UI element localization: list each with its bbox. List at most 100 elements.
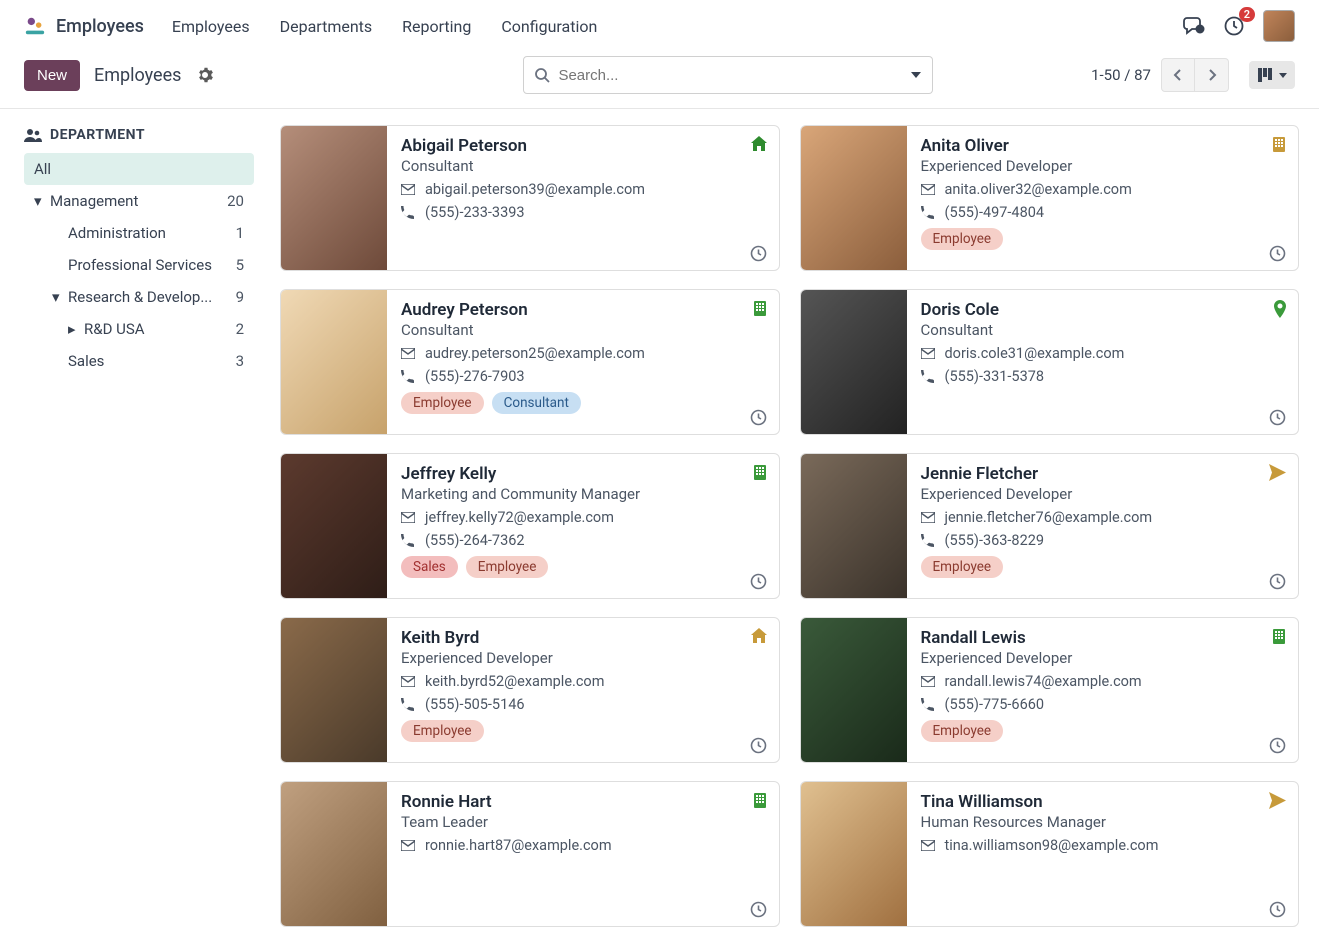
employee-photo bbox=[801, 126, 907, 270]
employee-tags: Employee bbox=[921, 720, 1285, 742]
employee-photo bbox=[801, 454, 907, 598]
employee-card[interactable]: Ronnie HartTeam Leaderronnie.hart87@exam… bbox=[280, 781, 780, 927]
employee-card[interactable]: Abigail PetersonConsultantabigail.peters… bbox=[280, 125, 780, 271]
phone-icon bbox=[921, 206, 935, 219]
clock-icon[interactable] bbox=[750, 409, 767, 426]
employee-card[interactable]: Tina WilliamsonHuman Resources Managerti… bbox=[800, 781, 1300, 927]
nav-link-reporting[interactable]: Reporting bbox=[402, 17, 471, 36]
sidebar-item-label: Sales bbox=[68, 352, 104, 370]
searchbox[interactable] bbox=[523, 56, 903, 94]
employee-name: Jennie Fletcher bbox=[921, 464, 1285, 484]
status-icon bbox=[753, 464, 767, 480]
employee-title: Experienced Developer bbox=[921, 157, 1285, 175]
employee-tag: Employee bbox=[921, 228, 1004, 250]
status-icon bbox=[753, 792, 767, 808]
clock-icon[interactable] bbox=[1269, 409, 1286, 426]
brand[interactable]: Employees bbox=[24, 15, 144, 37]
sidebar-item[interactable]: Sales3 bbox=[24, 345, 254, 377]
caret-down-icon: ▾ bbox=[34, 192, 46, 210]
search-input[interactable] bbox=[558, 67, 892, 84]
employee-email: anita.oliver32@example.com bbox=[945, 181, 1132, 198]
caret-right-icon: ▸ bbox=[68, 320, 80, 338]
employee-photo bbox=[281, 454, 387, 598]
sidebar-header: DEPARTMENT bbox=[24, 127, 254, 143]
clock-icon[interactable] bbox=[1269, 901, 1286, 918]
employee-email: audrey.peterson25@example.com bbox=[425, 345, 645, 362]
activities-icon[interactable]: 2 bbox=[1223, 15, 1245, 37]
status-icon bbox=[751, 628, 767, 643]
employee-tags: Employee bbox=[401, 720, 765, 742]
pager-next[interactable] bbox=[1195, 58, 1229, 92]
employee-phone: (555)-497-4804 bbox=[945, 204, 1045, 221]
employee-tags: SalesEmployee bbox=[401, 556, 765, 578]
employee-photo bbox=[801, 290, 907, 434]
phone-icon bbox=[401, 370, 415, 383]
mail-icon bbox=[921, 840, 935, 851]
employee-email: randall.lewis74@example.com bbox=[945, 673, 1142, 690]
user-avatar[interactable] bbox=[1263, 10, 1295, 42]
pager-prev[interactable] bbox=[1161, 58, 1195, 92]
status-icon bbox=[1274, 300, 1286, 318]
employee-card[interactable]: Anita OliverExperienced Developer anita.o… bbox=[800, 125, 1300, 271]
employee-name: Abigail Peterson bbox=[401, 136, 765, 156]
employee-title: Experienced Developer bbox=[921, 485, 1285, 503]
clock-icon[interactable] bbox=[750, 245, 767, 262]
employee-card[interactable]: Keith ByrdExperienced Developerkeith.byr… bbox=[280, 617, 780, 763]
employee-card[interactable]: Randall LewisExperienced Developerrandal… bbox=[800, 617, 1300, 763]
sidebar-item[interactable]: All bbox=[24, 153, 254, 185]
sidebar-item-count: 20 bbox=[227, 192, 244, 210]
nav-link-configuration[interactable]: Configuration bbox=[501, 17, 597, 36]
clock-icon[interactable] bbox=[750, 573, 767, 590]
mail-icon bbox=[921, 512, 935, 523]
employee-phone: (555)-505-5146 bbox=[425, 696, 525, 713]
sidebar-item-label: Research & Develop... bbox=[68, 288, 212, 306]
sidebar-item[interactable]: Professional Services 5 bbox=[24, 249, 254, 281]
sidebar-item-label: Professional Services bbox=[68, 256, 212, 274]
kanban-icon bbox=[1257, 67, 1273, 83]
view-switcher[interactable] bbox=[1249, 61, 1295, 89]
mail-icon bbox=[921, 348, 935, 359]
sidebar-item[interactable]: Administration1 bbox=[24, 217, 254, 249]
brand-icon bbox=[24, 15, 46, 37]
mail-icon bbox=[921, 184, 935, 195]
employee-tag: Employee bbox=[921, 556, 1004, 578]
employee-phone: (555)-363-8229 bbox=[945, 532, 1045, 549]
mail-icon bbox=[401, 348, 415, 359]
sidebar-item-count: 5 bbox=[236, 256, 244, 274]
employee-email: abigail.peterson39@example.com bbox=[425, 181, 645, 198]
clock-icon[interactable] bbox=[750, 737, 767, 754]
nav-link-departments[interactable]: Departments bbox=[280, 17, 373, 36]
clock-icon[interactable] bbox=[750, 901, 767, 918]
top-nav: Employees Employees Departments Reportin… bbox=[0, 0, 1319, 50]
gear-icon[interactable] bbox=[197, 67, 213, 83]
clock-icon[interactable] bbox=[1269, 245, 1286, 262]
clock-icon[interactable] bbox=[1269, 737, 1286, 754]
phone-icon bbox=[401, 698, 415, 711]
employee-phone: (555)-264-7362 bbox=[425, 532, 525, 549]
sidebar-item[interactable]: ▾Management20 bbox=[24, 185, 254, 217]
employee-card[interactable]: Jennie FletcherExperienced Developerjenn… bbox=[800, 453, 1300, 599]
search-icon bbox=[534, 67, 550, 83]
phone-icon bbox=[401, 534, 415, 547]
employee-title: Marketing and Community Manager bbox=[401, 485, 765, 503]
new-button[interactable]: New bbox=[24, 60, 80, 91]
employee-phone: (555)-233-3393 bbox=[425, 204, 525, 221]
employee-title: Team Leader bbox=[401, 813, 765, 831]
employee-card[interactable]: Doris ColeConsultantdoris.cole31@example… bbox=[800, 289, 1300, 435]
sidebar-item[interactable]: ▸R&D USA2 bbox=[24, 313, 254, 345]
employee-name: Randall Lewis bbox=[921, 628, 1285, 648]
messages-icon[interactable] bbox=[1183, 16, 1205, 36]
employee-card[interactable]: Jeffrey KellyMarketing and Community Man… bbox=[280, 453, 780, 599]
employee-photo bbox=[801, 618, 907, 762]
sidebar-item[interactable]: ▾Research & Develop...9 bbox=[24, 281, 254, 313]
search-dropdown[interactable] bbox=[899, 56, 933, 94]
clock-icon[interactable] bbox=[1269, 573, 1286, 590]
employee-tag: Sales bbox=[401, 556, 458, 578]
employee-name: Anita Oliver bbox=[921, 136, 1285, 156]
employee-tags: EmployeeConsultant bbox=[401, 392, 765, 414]
mail-icon bbox=[401, 512, 415, 523]
nav-link-employees[interactable]: Employees bbox=[172, 17, 250, 36]
employee-card[interactable]: Audrey PetersonConsultantaudrey.peterson… bbox=[280, 289, 780, 435]
chevron-down-icon bbox=[1279, 73, 1287, 78]
employee-photo bbox=[281, 126, 387, 270]
